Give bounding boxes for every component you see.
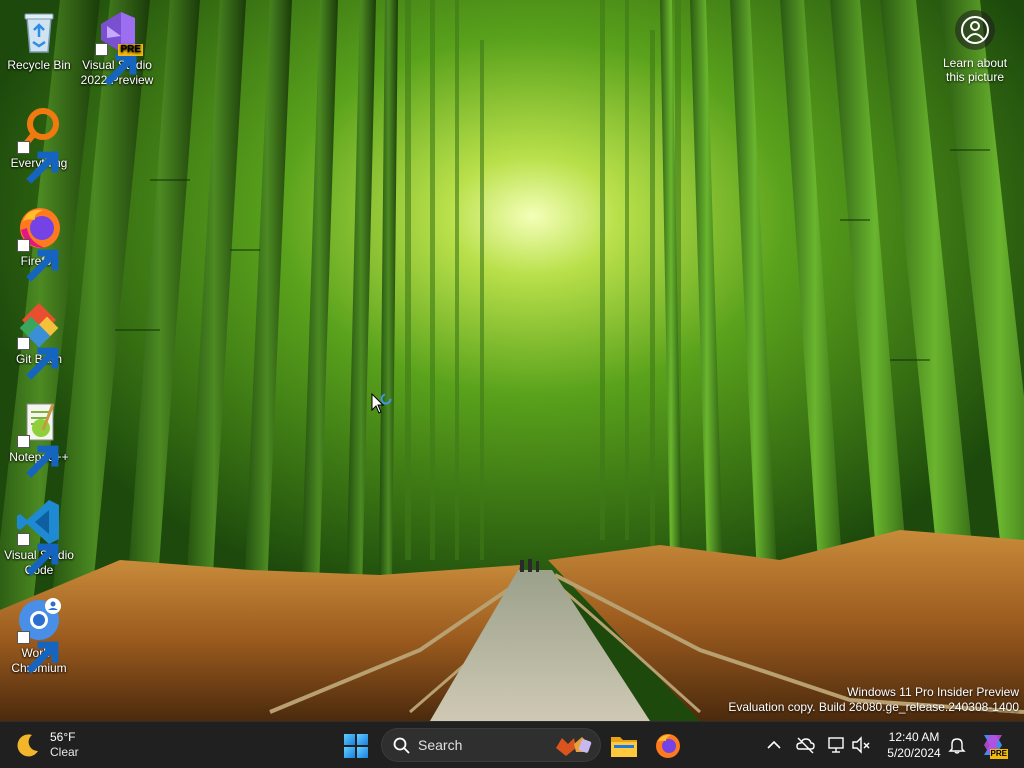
desktop-icon-firefox[interactable]: Firefox [1,204,77,282]
evaluation-watermark: Windows 11 Pro Insider Preview Evaluatio… [728,685,1019,715]
shortcut-arrow-icon [17,239,59,282]
desktop-icon-everything[interactable]: Everything [1,106,77,184]
clock-date: 5/20/2024 [887,746,941,760]
weather-temperature: 56°F [50,730,76,744]
volume-muted-icon[interactable] [851,735,871,755]
firefox-icon [13,204,65,282]
desktop-icon-notepad-plus-plus[interactable]: Notepad++ [1,400,77,478]
desktop-wallpaper [0,0,1024,721]
learn-picture-line2: this picture [945,70,1005,84]
shortcut-arrow-icon [17,337,59,380]
taskbar-search[interactable]: Search [381,728,601,762]
chevron-up-icon[interactable] [764,735,784,755]
vscode-icon [13,498,65,576]
shortcut-arrow-icon [17,435,59,478]
desktop-icon-work-chromium[interactable]: Work - Chromium [1,596,77,676]
camera-circle-icon [955,10,995,50]
desktop-icon-visual-studio-preview[interactable]: PRE Visual Studio 2022 Preview [78,8,156,88]
search-icon [393,737,410,754]
search-label: Search [418,737,463,753]
shortcut-arrow-icon [95,43,137,86]
taskbar-firefox[interactable] [652,730,684,762]
moon-icon [17,734,38,757]
desktop-icon-recycle-bin[interactable]: Recycle Bin [1,8,77,73]
copilot-button[interactable]: PRE [978,731,1008,759]
taskbar: 56°F Clear Search 12:40 AM 5/20/2024 PRE [0,721,1024,768]
autumn-leaves-icon [556,737,592,756]
watermark-edition: Windows 11 Pro Insider Preview [847,685,1019,699]
copilot-preview-badge: PRE [989,749,1008,759]
preview-badge: PRE [118,44,143,56]
desktop-icon-vscode[interactable]: Visual Studio Code [1,498,77,578]
firefox-icon [656,734,680,758]
notepad-plus-plus-icon [13,400,65,478]
chromium-work-profile-icon [13,596,65,674]
mouse-cursor-busy-icon [371,393,392,414]
taskbar-clock[interactable]: 12:40 AM 5/20/2024 [872,729,956,761]
git-bash-icon [13,302,65,380]
desktop-icon-label: Recycle Bin [7,58,71,72]
visual-studio-preview-icon: PRE [91,8,143,86]
taskbar-file-explorer[interactable] [608,730,640,762]
recycle-bin-icon [13,8,65,56]
shortcut-arrow-icon [17,533,59,576]
onedrive-off-icon[interactable] [795,735,815,755]
network-icon[interactable] [826,735,846,755]
everything-search-icon [13,106,65,184]
weather-condition: Clear [50,745,79,759]
folder-icon [611,737,637,757]
learn-about-picture[interactable]: Learn about this picture [930,10,1020,84]
shortcut-arrow-icon [17,141,59,184]
weather-widget[interactable]: 56°F Clear [14,728,79,762]
windows-logo-icon [344,734,368,758]
watermark-build: Evaluation copy. Build 26080.ge_release.… [728,700,1019,714]
shortcut-arrow-icon [17,631,59,674]
start-button[interactable] [340,730,372,762]
clock-time: 12:40 AM [888,730,940,744]
learn-picture-line1: Learn about [942,56,1008,70]
bell-icon[interactable] [947,735,967,755]
desktop-icon-git-bash[interactable]: Git Bash [1,302,77,380]
